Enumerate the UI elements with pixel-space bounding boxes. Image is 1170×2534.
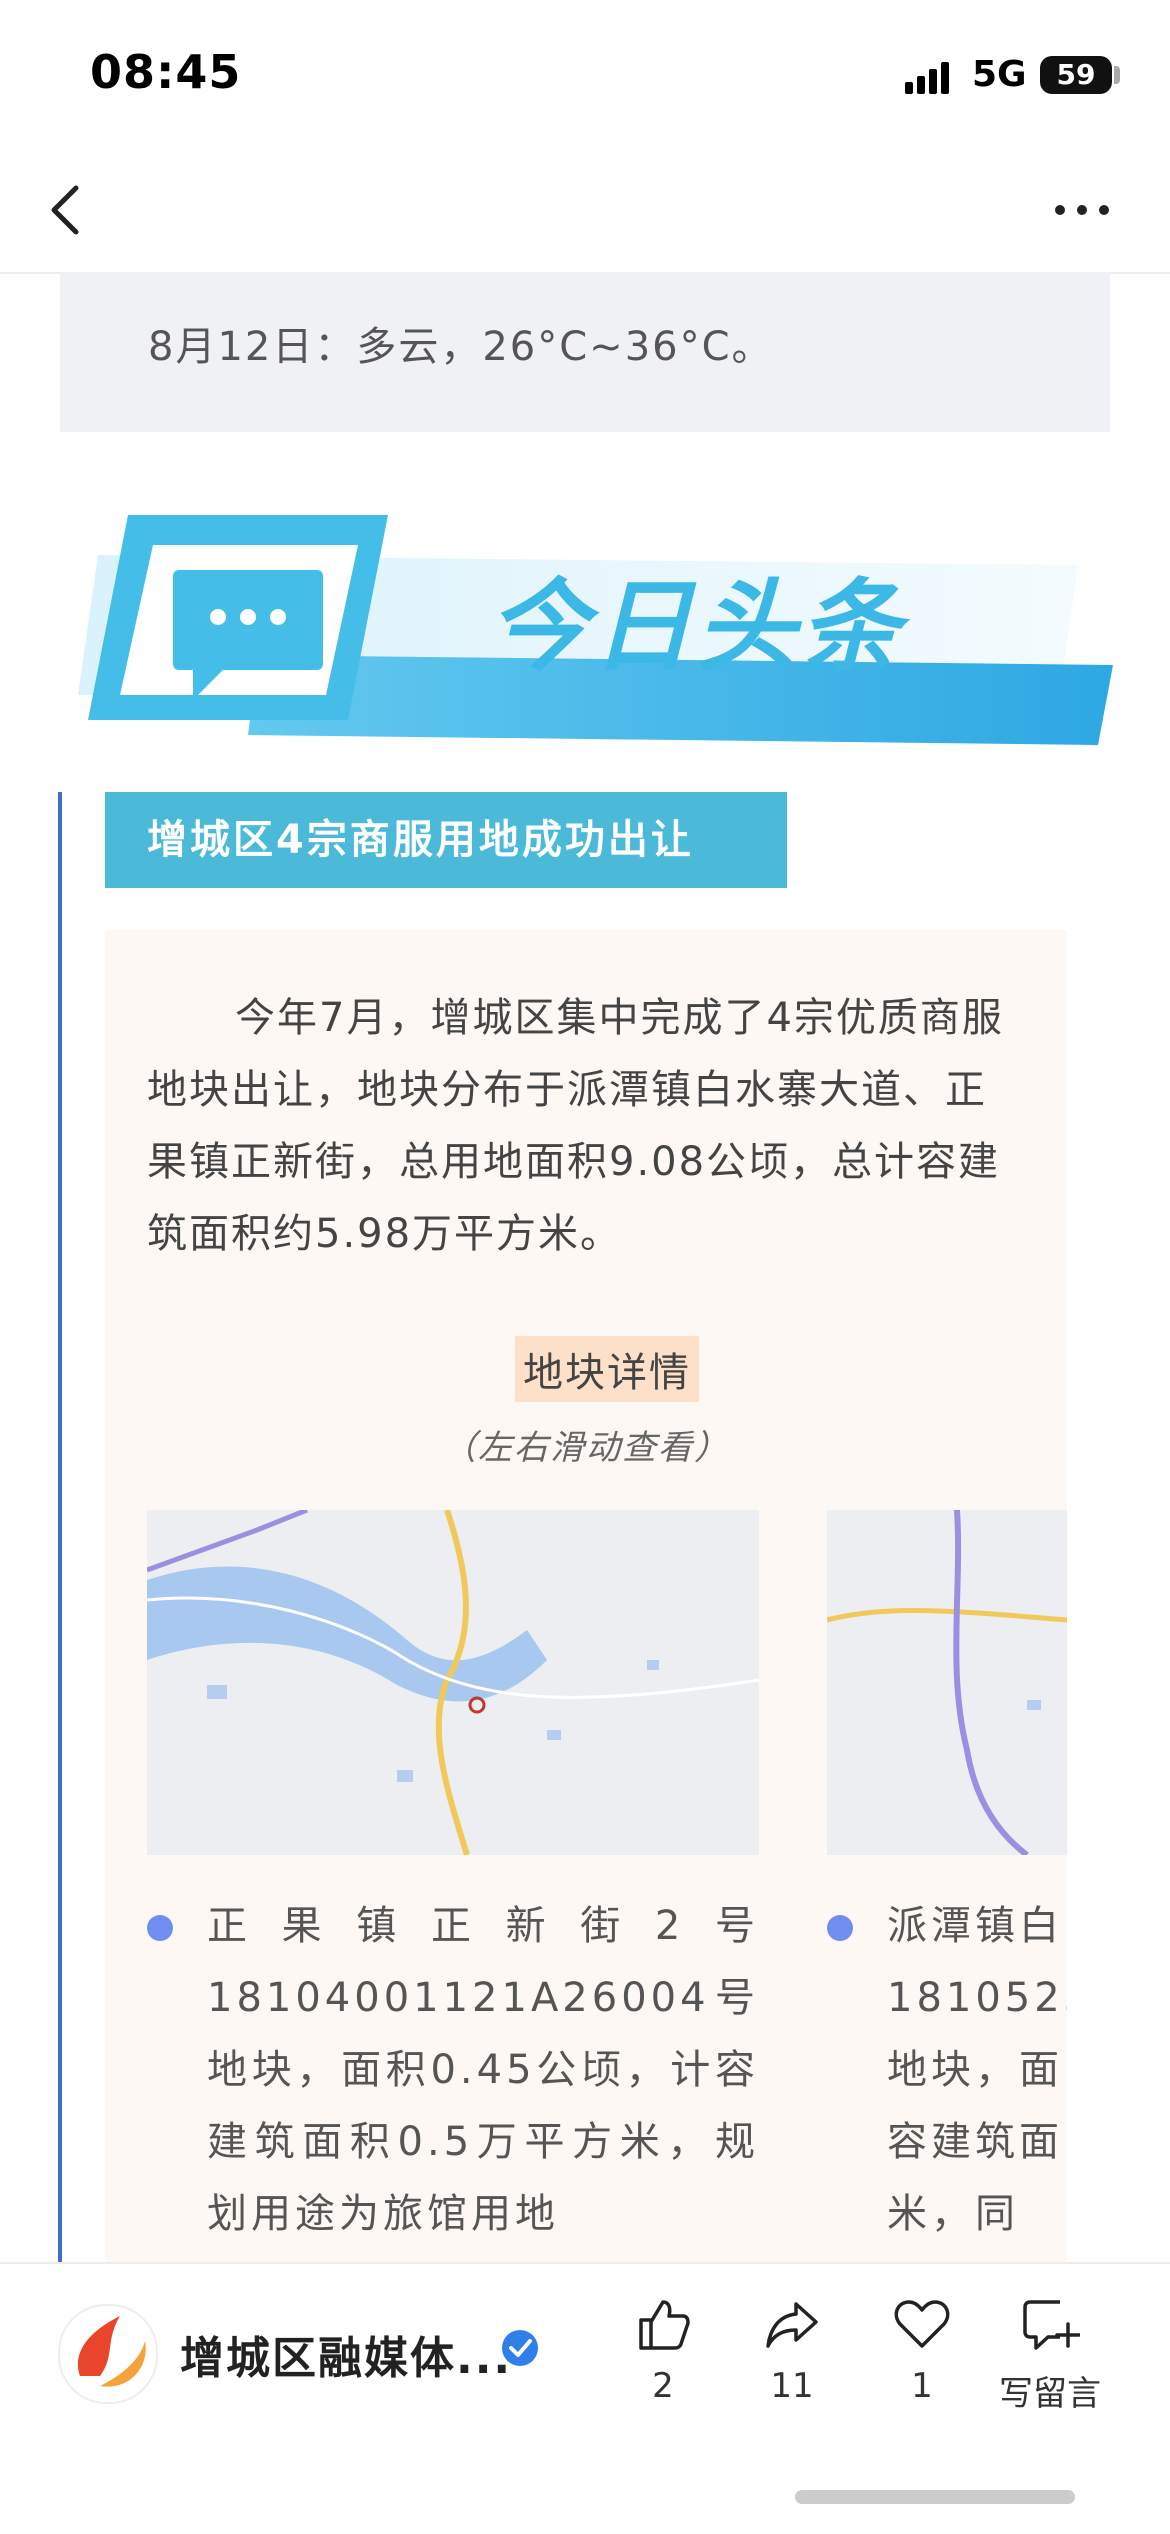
back-chevron-icon[interactable] — [42, 180, 92, 240]
section-title: 地块详情 — [515, 1336, 699, 1402]
article-headline: 增城区4宗商服用地成功出让 — [147, 817, 694, 863]
signal-icon — [905, 62, 949, 94]
plot-map-image[interactable] — [147, 1510, 759, 1855]
headline-box: 增城区4宗商服用地成功出让 — [105, 792, 787, 888]
battery-tip — [1114, 66, 1120, 84]
list-bullet — [147, 1915, 173, 1941]
like-count: 2 — [652, 2366, 674, 2406]
share-button[interactable]: 11 — [737, 2294, 847, 2406]
plot-description-2: 派潭镇白 1810523 地块，面 容建筑面 米，同 — [887, 1903, 1067, 2237]
weather-card: 8月12日：多云，26°C~36°C。 — [60, 272, 1110, 432]
banner-title: 今日头条 — [488, 568, 904, 685]
status-time: 08:45 — [90, 45, 242, 99]
nav-bar — [0, 150, 1170, 274]
home-indicator — [795, 2490, 1075, 2504]
favorite-button[interactable]: 1 — [867, 2294, 977, 2406]
write-comment-button[interactable]: 写留言 — [990, 2294, 1110, 2415]
map-graphic-2 — [827, 1510, 1067, 1855]
article-intro: 今年7月，增城区集中完成了4宗优质商服地块出让，地块分布于派潭镇白水寨大道、正果… — [147, 995, 1004, 1257]
account-logo-icon — [78, 2316, 146, 2387]
article-left-rule — [58, 792, 62, 2262]
list-bullet — [827, 1915, 853, 1941]
today-headlines-banner: 今日头条 — [58, 505, 1113, 745]
heart-icon — [894, 2300, 950, 2348]
share-arrow-icon — [766, 2302, 818, 2348]
network-type: 5G — [972, 54, 1027, 95]
favorite-count: 1 — [911, 2366, 933, 2406]
article-content-card: 今年7月，增城区集中完成了4宗优质商服地块出让，地块分布于派潭镇白水寨大道、正果… — [105, 930, 1067, 2265]
write-comment-label: 写留言 — [999, 2374, 1101, 2414]
more-options-icon[interactable] — [1052, 200, 1112, 220]
like-button[interactable]: 2 — [608, 2294, 718, 2406]
status-bar: 08:45 5G 59 — [0, 0, 1170, 150]
battery-icon: 59 — [1040, 56, 1112, 94]
share-count: 11 — [770, 2366, 814, 2406]
comment-add-icon — [1023, 2300, 1080, 2350]
plot-map-image-2[interactable] — [827, 1510, 1067, 1855]
weather-forecast-line: 8月12日：多云，26°C~36°C。 — [148, 324, 774, 370]
battery-level: 59 — [1056, 58, 1096, 91]
verified-badge-icon — [502, 2330, 538, 2366]
swipe-hint: （左右滑动查看） — [442, 1428, 730, 1468]
account-name[interactable]: 增城区融媒体... — [180, 2322, 512, 2386]
plot-description: 正果镇正新街2号18104001121A26004号地块，面积0.45公顷，计容… — [207, 1903, 759, 2237]
map-graphic — [147, 1510, 759, 1855]
account-avatar[interactable] — [58, 2304, 158, 2404]
thumbs-up-icon — [639, 2300, 690, 2350]
